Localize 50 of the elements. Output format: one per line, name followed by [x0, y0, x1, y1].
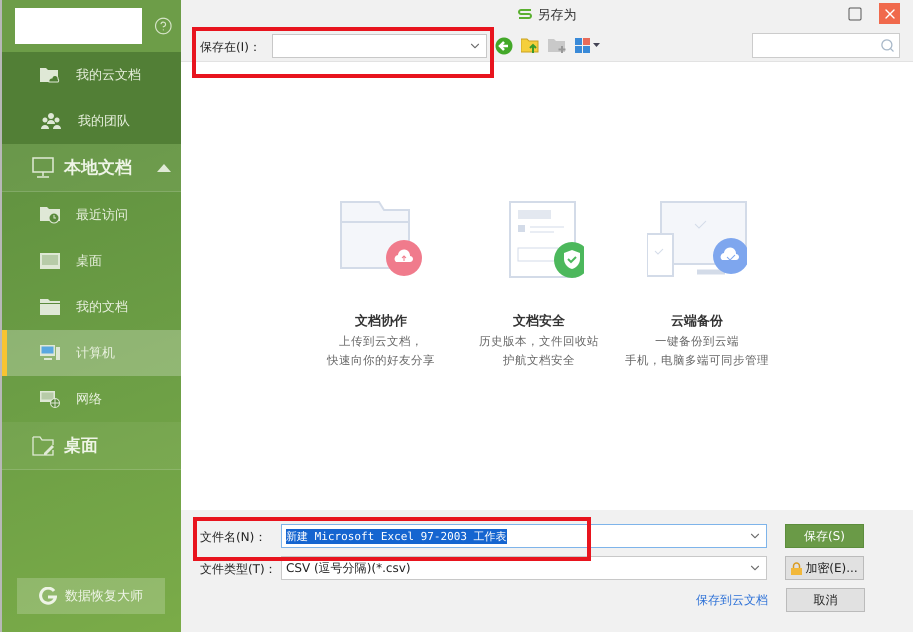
filename-label: 文件名(N)： [200, 530, 266, 544]
window-title: 另存为 [538, 7, 576, 24]
location-label: 保存在(I)： [200, 40, 261, 54]
lock-icon [791, 562, 802, 574]
desktop-icon [40, 253, 60, 269]
search-icon [880, 38, 895, 53]
view-grid-icon[interactable] [575, 38, 601, 54]
feature-description: 上传到云文档， [339, 334, 423, 349]
network-computer-icon [40, 390, 60, 408]
app-logo-icon [518, 9, 532, 21]
feature-description: 一键备份到云端 [655, 334, 739, 349]
sidebar-item[interactable]: 最近访问 [2, 192, 181, 238]
team-icon [40, 112, 62, 130]
sidebar-item[interactable]: 桌面 [2, 238, 181, 284]
encrypt-button[interactable]: 加密(E)... [785, 556, 864, 580]
cloud-folder-icon [40, 66, 60, 84]
feature-description: 历史版本，文件回收站 [479, 334, 599, 349]
help-icon[interactable] [154, 16, 173, 36]
sidebar-item[interactable]: 我的文档 [2, 284, 181, 330]
feature-description: 快速向你的好友分享 [327, 353, 435, 368]
filename-field[interactable]: 新建 Microsoft Excel 97-2003 工作表 [281, 524, 767, 548]
save-button[interactable]: 保存(S) [785, 524, 864, 548]
recent-folder-icon [40, 206, 60, 224]
feature-title: 文档安全 [513, 312, 565, 330]
sidebar-item[interactable]: 我的云文档 [2, 52, 181, 98]
sidebar-item[interactable]: 计算机 [2, 330, 181, 376]
folder-edit-icon [32, 436, 54, 456]
sidebar-section[interactable]: 桌面 [2, 422, 181, 470]
save-to-cloud-link[interactable]: 保存到云文档 [696, 592, 768, 608]
cancel-button[interactable]: 取消 [786, 588, 865, 612]
new-folder-icon[interactable] [548, 37, 567, 54]
close-button[interactable] [879, 3, 900, 24]
feature-description: 手机，电脑多端可同步管理 [625, 353, 769, 368]
folder-up-icon[interactable] [521, 37, 540, 54]
computer-icon [40, 345, 60, 361]
recovery-logo-icon [39, 587, 57, 605]
sidebar-item[interactable]: 网络 [2, 376, 181, 422]
devices-cloud-icon [647, 200, 747, 280]
monitor-icon [32, 157, 54, 178]
file-type-label: 文件类型(T)： [200, 562, 277, 576]
data-recovery-button[interactable]: 数据恢复大师 [17, 578, 165, 614]
collapse-caret-icon[interactable] [157, 164, 171, 172]
feature-title: 云端备份 [671, 313, 723, 330]
location-dropdown[interactable] [272, 34, 487, 58]
search-field[interactable] [752, 33, 900, 58]
feature-description: 护航文档安全 [503, 353, 575, 368]
sidebar-item[interactable]: 我的团队 [2, 98, 181, 144]
folder-icon [40, 299, 60, 315]
feature-title: 文档协作 [355, 312, 407, 330]
sidebar-section[interactable]: 本地文档 [2, 144, 181, 192]
